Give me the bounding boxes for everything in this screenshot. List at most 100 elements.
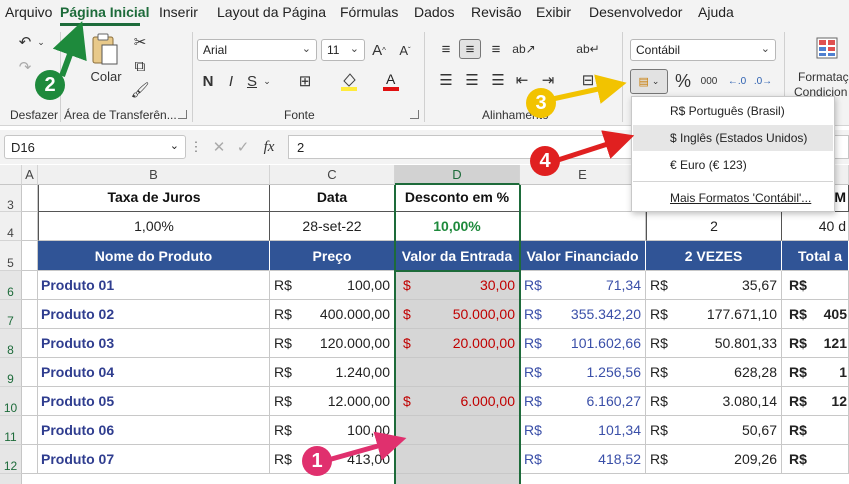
- insert-function-button[interactable]: fx: [258, 138, 280, 156]
- cell-a4[interactable]: [22, 212, 38, 241]
- entry-cell[interactable]: $50.000,00: [395, 300, 520, 329]
- select-all-corner[interactable]: [0, 165, 22, 185]
- font-size-select[interactable]: 11 ⌄: [321, 39, 365, 61]
- row-header-11[interactable]: 11: [0, 416, 22, 445]
- copy-icon[interactable]: ⧉: [130, 57, 150, 75]
- tab-formulas[interactable]: Fórmulas: [340, 4, 398, 20]
- wrap-text-icon[interactable]: ab↵: [576, 39, 599, 59]
- cell-d3[interactable]: Desconto em %: [395, 185, 520, 212]
- column-header-d[interactable]: D: [395, 165, 520, 185]
- row-header-3[interactable]: 3: [0, 185, 22, 212]
- cell-a3[interactable]: [22, 185, 38, 212]
- two-times-cell[interactable]: R$ 3.080,14: [646, 387, 782, 416]
- row-header-13[interactable]: [0, 474, 22, 484]
- cell-b3[interactable]: Taxa de Juros: [38, 185, 270, 212]
- decrease-decimal-icon[interactable]: .0→: [752, 69, 774, 94]
- product-name-cell[interactable]: Produto 01: [38, 271, 270, 300]
- tab-layout-da-pagina[interactable]: Layout da Página: [217, 4, 326, 20]
- cell-a[interactable]: [22, 358, 38, 387]
- conditional-formatting-icon[interactable]: [814, 35, 840, 61]
- italic-icon[interactable]: I: [222, 70, 240, 92]
- redo-icon[interactable]: ↷: [14, 56, 36, 78]
- cell-d5[interactable]: Valor da Entrada: [395, 241, 520, 271]
- cell-a[interactable]: [22, 329, 38, 358]
- cell-c5[interactable]: Preço: [270, 241, 395, 271]
- price-cell[interactable]: R$ 400.000,00: [270, 300, 395, 329]
- cell-a[interactable]: [22, 445, 38, 474]
- comma-style-button[interactable]: 000: [697, 69, 721, 94]
- total-cell[interactable]: R$ 12: [782, 387, 849, 416]
- total-cell[interactable]: R$ 121: [782, 329, 849, 358]
- product-name-cell[interactable]: Produto 06: [38, 416, 270, 445]
- cancel-icon[interactable]: ✕: [210, 138, 228, 156]
- enter-icon[interactable]: ✓: [234, 138, 252, 156]
- financed-cell[interactable]: R$ 418,52: [520, 445, 646, 474]
- product-name-cell[interactable]: Produto 05: [38, 387, 270, 416]
- entry-cell[interactable]: $6.000,00: [395, 387, 520, 416]
- decrease-font-icon[interactable]: Aˇ: [396, 39, 414, 61]
- row-header-4[interactable]: 4: [0, 212, 22, 241]
- bold-icon[interactable]: N: [199, 70, 217, 92]
- entry-cell[interactable]: [395, 416, 520, 445]
- number-format-select[interactable]: Contábil ⌄: [630, 39, 776, 61]
- align-right-icon[interactable]: ☰: [488, 70, 508, 90]
- menu-item-mais-formatos[interactable]: Mais Formatos 'Contábil'...: [633, 185, 833, 211]
- paste-button[interactable]: Colar: [86, 68, 126, 84]
- cell-a[interactable]: [22, 300, 38, 329]
- cell-c4[interactable]: 28-set-22: [270, 212, 395, 241]
- borders-icon[interactable]: ⊞: [294, 70, 316, 92]
- row-header-8[interactable]: 8: [0, 329, 22, 358]
- entry-cell[interactable]: [395, 445, 520, 474]
- two-times-cell[interactable]: R$ 209,26: [646, 445, 782, 474]
- percent-style-button[interactable]: %: [672, 69, 694, 94]
- accounting-format-button[interactable]: ▤ ⌄: [630, 69, 668, 94]
- product-name-cell[interactable]: Produto 07: [38, 445, 270, 474]
- menu-item-euro[interactable]: € Euro (€ 123): [633, 152, 833, 178]
- menu-item-real-brasil[interactable]: R$ Português (Brasil): [633, 98, 833, 124]
- clipboard-launcher-icon[interactable]: [178, 110, 187, 119]
- font-name-select[interactable]: Arial ⌄: [197, 39, 317, 61]
- column-header-b[interactable]: B: [38, 165, 270, 185]
- total-cell[interactable]: R$: [782, 271, 849, 300]
- financed-cell[interactable]: R$ 355.342,20: [520, 300, 646, 329]
- cell-a[interactable]: [22, 271, 38, 300]
- undo-dropdown-icon[interactable]: ⌄: [36, 34, 46, 50]
- cell-b5[interactable]: Nome do Produto: [38, 241, 270, 271]
- price-cell[interactable]: R$ 413,00: [270, 445, 395, 474]
- financed-cell[interactable]: R$ 6.160,27: [520, 387, 646, 416]
- align-middle-icon[interactable]: ≡: [459, 39, 481, 59]
- font-launcher-icon[interactable]: [410, 110, 419, 119]
- total-cell[interactable]: R$: [782, 416, 849, 445]
- row-header-6[interactable]: 6: [0, 271, 22, 300]
- price-cell[interactable]: R$ 120.000,00: [270, 329, 395, 358]
- tab-revisao[interactable]: Revisão: [471, 4, 522, 20]
- cut-icon[interactable]: ✂: [130, 33, 150, 51]
- tab-ajuda[interactable]: Ajuda: [698, 4, 734, 20]
- cell-g5[interactable]: Total a: [782, 241, 849, 271]
- align-left-icon[interactable]: ☰: [436, 70, 456, 90]
- tab-arquivo[interactable]: Arquivo: [5, 4, 52, 20]
- menu-item-dolar-eua[interactable]: $ Inglês (Estados Unidos): [633, 125, 833, 151]
- tab-inserir[interactable]: Inserir: [159, 4, 198, 20]
- financed-cell[interactable]: R$ 71,34: [520, 271, 646, 300]
- price-cell[interactable]: R$ 12.000,00: [270, 387, 395, 416]
- product-name-cell[interactable]: Produto 02: [38, 300, 270, 329]
- row-header-5[interactable]: 5: [0, 241, 22, 271]
- cell-f4[interactable]: 2: [646, 212, 782, 241]
- financed-cell[interactable]: R$ 101.602,66: [520, 329, 646, 358]
- financed-cell[interactable]: R$ 101,34: [520, 416, 646, 445]
- column-header-a[interactable]: A: [22, 165, 38, 185]
- two-times-cell[interactable]: R$ 50.801,33: [646, 329, 782, 358]
- underline-icon[interactable]: S: [243, 70, 261, 92]
- undo-icon[interactable]: ↶: [14, 31, 36, 53]
- name-box[interactable]: D16 ⌄: [4, 135, 186, 159]
- format-painter-icon[interactable]: 🖌: [130, 81, 150, 99]
- entry-cell[interactable]: [395, 358, 520, 387]
- entry-cell[interactable]: $30,00: [395, 271, 520, 300]
- paste-icon[interactable]: [88, 32, 122, 68]
- conditional-format-label-1[interactable]: Formataç: [798, 70, 849, 84]
- cell-g4[interactable]: 40 d: [782, 212, 849, 241]
- row-header-9[interactable]: 9: [0, 358, 22, 387]
- tab-desenvolvedor[interactable]: Desenvolvedor: [589, 4, 682, 20]
- product-name-cell[interactable]: Produto 03: [38, 329, 270, 358]
